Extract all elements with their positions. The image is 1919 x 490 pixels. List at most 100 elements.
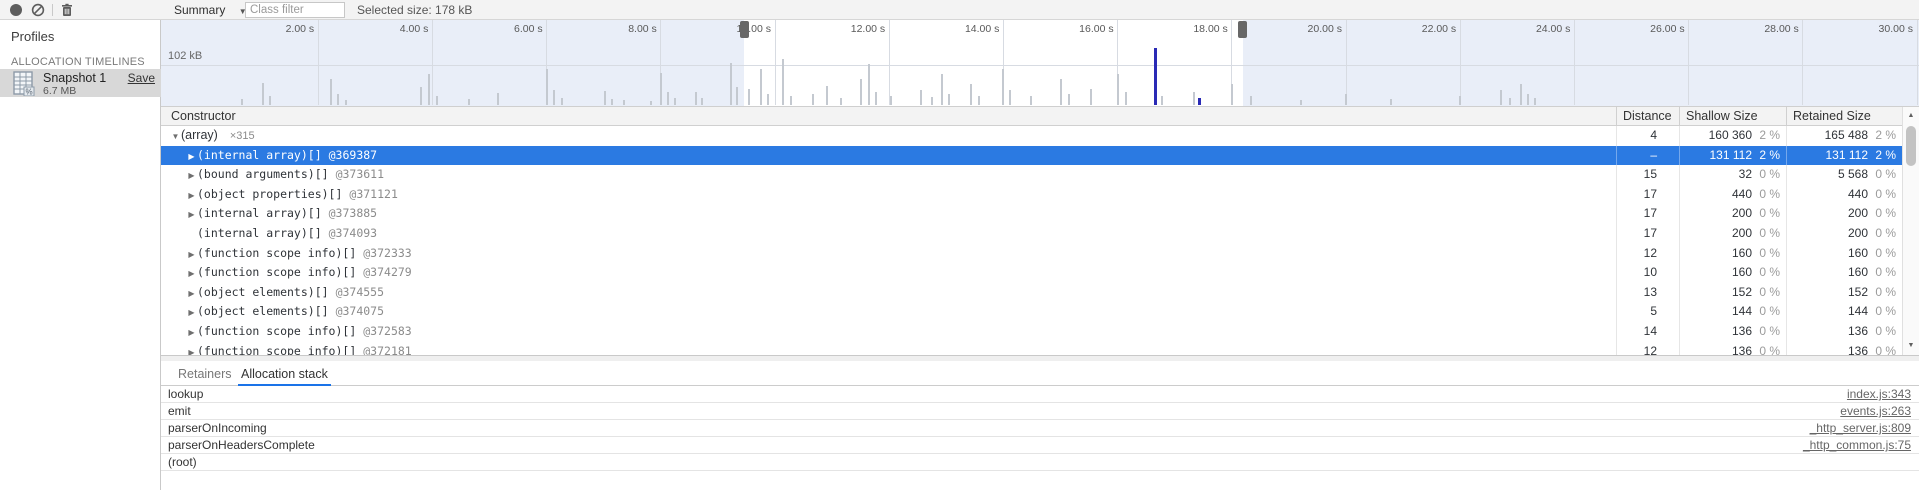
expand-arrow-icon[interactable]: ▶	[186, 284, 197, 303]
size-value: 152	[1848, 283, 1868, 303]
allocation-bar	[695, 92, 697, 105]
perspective-select[interactable]: Summary ▼	[174, 3, 247, 18]
constructor-row[interactable]: ▶(internal array)[]@374093172000 %2000 %	[161, 224, 1919, 244]
constructor-cell: ▼(array)×315	[161, 126, 1616, 146]
allocation-bar	[604, 91, 606, 105]
allocation-bar	[1390, 99, 1392, 105]
selection-handle-left[interactable]	[740, 21, 749, 38]
size-value: 160	[1848, 263, 1868, 283]
timeline-gridline	[1574, 20, 1575, 105]
constructor-row[interactable]: ▶(object elements)[]@374555131520 %1520 …	[161, 283, 1919, 303]
column-header-constructor[interactable]: Constructor	[161, 107, 1616, 126]
expand-arrow-icon[interactable]: ▶	[186, 343, 197, 355]
expanded-arrow-icon[interactable]: ▼	[170, 127, 181, 146]
constructor-row[interactable]: ▶(function scope info)[]@372583141360 %1…	[161, 322, 1919, 342]
selection-handle-right[interactable]	[1238, 21, 1247, 38]
source-link[interactable]: _http_common.js:75	[1803, 437, 1911, 453]
object-id: @374279	[363, 265, 411, 279]
constructor-row[interactable]: ▶(bound arguments)[]@37361115320 %5 5680…	[161, 165, 1919, 185]
constructor-name: (object properties)[]	[197, 187, 342, 201]
expand-arrow-icon[interactable]: ▶	[186, 303, 197, 322]
allocation-bar	[1193, 92, 1195, 105]
size-value: 136	[1732, 322, 1752, 342]
size-value: 5 568	[1838, 165, 1868, 185]
timeline-overview[interactable]: 2.00 s4.00 s6.00 s8.00 s10.00 s12.00 s14…	[161, 20, 1919, 107]
constructor-row[interactable]: ▼(array)×3154160 3602 %165 4882 %	[161, 126, 1919, 146]
shallow-size-cell: 4400 %	[1679, 185, 1786, 205]
expand-arrow-icon[interactable]: ▶	[186, 264, 197, 283]
function-name: (root)	[168, 454, 197, 470]
object-id: @369387	[329, 148, 377, 162]
object-id: @374093	[329, 226, 377, 240]
expand-arrow-icon[interactable]: ▶	[186, 205, 197, 224]
distance-cell: 5	[1616, 302, 1679, 322]
constructor-row[interactable]: ▶(function scope info)[]@374279101600 %1…	[161, 263, 1919, 283]
expand-arrow-icon[interactable]: ▶	[186, 245, 197, 264]
constructor-row[interactable]: ▶(object properties)[]@371121174400 %440…	[161, 185, 1919, 205]
constructor-name: (internal array)[]	[197, 148, 322, 162]
allocation-bar	[1068, 94, 1070, 105]
allocation-bar	[553, 90, 555, 105]
column-header-retained-size[interactable]: Retained Size	[1786, 107, 1902, 126]
scrollbar-thumb[interactable]	[1906, 126, 1916, 166]
allocation-bar	[860, 79, 862, 105]
size-value: 136	[1848, 342, 1868, 355]
source-link[interactable]: events.js:263	[1840, 403, 1911, 419]
shallow-size-cell: 131 1122 %	[1679, 146, 1786, 166]
expand-arrow-icon[interactable]: ▶	[186, 323, 197, 342]
constructor-row[interactable]: ▶(function scope info)[]@372181121360 %1…	[161, 342, 1919, 355]
retained-size-cell: 2000 %	[1786, 224, 1902, 244]
column-header-distance[interactable]: Distance	[1616, 107, 1679, 126]
retained-size-cell: 1360 %	[1786, 342, 1902, 355]
tab-allocation-stack[interactable]: Allocation stack	[238, 365, 331, 385]
constructor-cell: ▶(object properties)[]@371121	[161, 185, 1616, 205]
class-filter-input[interactable]	[245, 2, 345, 18]
size-percent: 0 %	[1868, 283, 1902, 303]
constructor-name: (function scope info)[]	[197, 246, 356, 260]
function-name: emit	[168, 403, 191, 419]
constructor-cell: ▶(function scope info)[]@372333	[161, 244, 1616, 264]
allocation-bar	[1030, 96, 1032, 105]
allocation-bar	[875, 92, 877, 105]
size-value: 160	[1732, 263, 1752, 283]
constructor-row[interactable]: ▶(function scope info)[]@372333121600 %1…	[161, 244, 1919, 264]
shallow-size-cell: 320 %	[1679, 165, 1786, 185]
delete-button[interactable]	[60, 3, 74, 17]
sidebar-item-snapshot[interactable]: % Snapshot 1 6.7 MB Save	[0, 69, 161, 97]
size-percent: 2 %	[1752, 126, 1786, 146]
allocation-bar	[1300, 100, 1302, 105]
scroll-down-icon[interactable]: ▼	[1903, 339, 1919, 353]
snapshot-size: 6.7 MB	[43, 85, 76, 97]
size-value: 160	[1848, 244, 1868, 264]
expand-arrow-icon[interactable]: ▶	[186, 166, 197, 185]
constructor-name: (bound arguments)[]	[197, 167, 329, 181]
allocation-timelines-section-title: ALLOCATION TIMELINES	[11, 56, 145, 68]
source-link[interactable]: _http_server.js:809	[1810, 420, 1911, 436]
size-value: 440	[1848, 185, 1868, 205]
constructor-row[interactable]: ▶(internal array)[]@369387–131 1122 %131…	[161, 146, 1919, 166]
allocation-bar	[1231, 84, 1233, 105]
constructor-row[interactable]: ▶(object elements)[]@37407551440 %1440 %	[161, 302, 1919, 322]
distance-cell: 17	[1616, 185, 1679, 205]
tab-retainers[interactable]: Retainers	[175, 365, 235, 385]
toolbar-separator	[52, 4, 53, 16]
allocation-bar	[623, 100, 625, 105]
clear-button[interactable]	[31, 3, 45, 17]
object-id: @372583	[363, 324, 411, 338]
expand-arrow-icon[interactable]: ▶	[186, 186, 197, 205]
size-percent: 0 %	[1752, 185, 1786, 205]
retained-size-cell: 1360 %	[1786, 322, 1902, 342]
timeline-tick-label: 24.00 s	[1508, 23, 1570, 35]
size-percent: 0 %	[1868, 263, 1902, 283]
source-link[interactable]: index.js:343	[1847, 386, 1911, 402]
column-header-shallow-size[interactable]: Shallow Size	[1679, 107, 1786, 126]
shallow-size-cell: 1360 %	[1679, 322, 1786, 342]
scroll-up-icon[interactable]: ▲	[1903, 109, 1919, 123]
expand-arrow-icon[interactable]: ▶	[186, 147, 197, 166]
constructor-row[interactable]: ▶(internal array)[]@373885172000 %2000 %	[161, 204, 1919, 224]
timeline-gridline	[1917, 20, 1918, 105]
allocation-bar	[660, 73, 662, 105]
retained-size-cell: 1520 %	[1786, 283, 1902, 303]
save-link[interactable]: Save	[128, 71, 155, 85]
record-button[interactable]	[9, 3, 23, 17]
